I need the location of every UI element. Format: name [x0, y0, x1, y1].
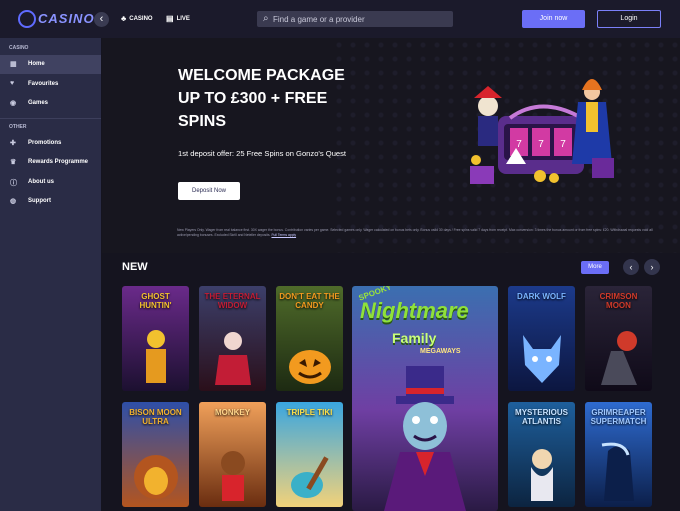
gift-icon: ✚	[10, 140, 16, 147]
game-art	[145, 330, 166, 383]
logo-mark	[18, 10, 36, 28]
game-art	[530, 449, 553, 501]
top-bar: CASINO ‹ ♣ CASINO ▤ LIVE ⌕ Join now Logi…	[0, 0, 680, 38]
sidebar-item-home[interactable]: ▦ Home	[0, 55, 101, 74]
game-art	[522, 335, 561, 383]
carousel-prev-button[interactable]: ‹	[623, 259, 639, 275]
sidebar-item-label: Promotions	[28, 140, 62, 146]
banner-illustration: 7 7 7	[470, 79, 614, 184]
gamepad-icon: ◉	[10, 100, 17, 107]
game-art	[601, 442, 634, 501]
game-tile-crimson-moon[interactable]: CRIMSON MOON	[585, 286, 652, 391]
game-tile-triple-tiki[interactable]: TRIPLE TIKI	[276, 402, 343, 507]
game-tile-dark-wolf[interactable]: DARK WOLF	[508, 286, 575, 391]
featured-tag: MEGAWAYS	[420, 348, 461, 355]
sidebar-item-label: Rewards Programme	[28, 159, 89, 165]
trophy-icon: ♛	[10, 159, 17, 166]
sidebar-section-other: OTHER	[9, 124, 27, 130]
grid-icon: ▦	[10, 61, 17, 68]
sidebar-item-games[interactable]: ◉ Games	[0, 94, 101, 113]
sidebar-item-promotions[interactable]: ✚ Promotions	[0, 134, 101, 153]
game-tile-monkey[interactable]: MONKEY	[199, 402, 266, 507]
game-art	[133, 455, 178, 499]
game-tile-title: GRIMREAPER SUPERMATCH	[590, 408, 647, 426]
sidebar: CASINO ▦ Home ♥ Favourites ◉ Games OTHER…	[0, 38, 101, 511]
featured-title: Nightmare	[360, 298, 469, 323]
login-button[interactable]: Login	[597, 10, 661, 28]
game-art	[288, 350, 331, 384]
nav-live-label: LIVE	[176, 15, 190, 22]
game-art	[290, 456, 329, 498]
sidebar-item-rewards[interactable]: ♛ Rewards Programme	[0, 153, 101, 172]
search-icon: ⌕	[263, 13, 269, 24]
svg-text:7: 7	[538, 139, 544, 150]
game-art	[220, 451, 245, 501]
carousel-next-button[interactable]: ›	[644, 259, 660, 275]
sidebar-item-label: Support	[28, 198, 51, 204]
heart-icon: ♥	[10, 80, 15, 87]
featured-subtitle: Family	[392, 330, 437, 346]
full-terms-link[interactable]: Full Terms apply	[271, 233, 296, 237]
game-tile-title: CRIMSON MOON	[599, 292, 638, 310]
join-now-button[interactable]: Join now	[522, 10, 585, 28]
game-tile-title: DARK WOLF	[517, 292, 566, 301]
nav-casino[interactable]: ♣ CASINO	[121, 14, 153, 23]
site-logo[interactable]: CASINO	[18, 8, 94, 32]
game-tile-title: DON'T EAT THE CANDY	[279, 292, 340, 310]
sidebar-item-label: Games	[28, 100, 49, 106]
banner-title-line: SPINS	[178, 113, 227, 130]
search-input[interactable]	[273, 11, 449, 27]
banner-title-line: WELCOME PACKAGE	[178, 67, 345, 84]
sidebar-item-favourites[interactable]: ♥ Favourites	[0, 75, 101, 94]
club-icon: ♣	[121, 14, 127, 23]
game-tile-bison-moon[interactable]: BISON MOON ULTRA	[122, 402, 189, 507]
deposit-now-button[interactable]: Deposit Now	[178, 182, 240, 200]
info-icon: ⓘ	[10, 180, 17, 187]
sidebar-section-casino: CASINO	[9, 45, 29, 51]
support-icon: ◍	[10, 198, 17, 205]
svg-text:7: 7	[560, 139, 566, 150]
new-games-heading: NEW	[122, 261, 148, 273]
nav-live[interactable]: ▤ LIVE	[166, 14, 190, 23]
sidebar-item-about[interactable]: ⓘ About us	[0, 173, 101, 192]
game-art	[214, 332, 251, 385]
bonus-terms: New Players Only. Wager from real balanc…	[177, 228, 675, 237]
game-tile-title: THE ETERNAL WIDOW	[204, 292, 261, 310]
search-bar: ⌕	[257, 11, 453, 27]
banner-title-line: UP TO £300 + FREE	[178, 90, 328, 107]
sidebar-divider	[0, 118, 101, 119]
game-tile-mysterious-atlantis[interactable]: MYSTERIOUS ATLANTIS	[508, 402, 575, 507]
logo-text: CASINO	[38, 11, 95, 26]
sidebar-item-support[interactable]: ◍ Support	[0, 192, 101, 211]
cards-icon: ▤	[166, 14, 174, 23]
banner-subtitle: 1st deposit offer: 25 Free Spins on Gonz…	[178, 149, 347, 158]
svg-text:7: 7	[516, 139, 522, 150]
game-tile-title: MONKEY	[214, 408, 251, 417]
game-tile-eternal-widow[interactable]: THE ETERNAL WIDOW	[199, 286, 266, 391]
game-art	[600, 331, 637, 385]
sidebar-collapse-button[interactable]: ‹	[94, 12, 109, 27]
sidebar-item-label: Favourites	[28, 81, 59, 87]
sidebar-item-label: Home	[28, 61, 45, 67]
bonus-terms-text: New Players Only. Wager from real balanc…	[177, 228, 653, 237]
more-button[interactable]: More	[581, 261, 609, 274]
game-tile-ghost-huntin[interactable]: GHOST HUNTIN'	[122, 286, 189, 391]
featured-art	[384, 366, 466, 511]
game-tile-title: BISON MOON ULTRA	[129, 408, 182, 426]
game-tile-title: TRIPLE TIKI	[286, 408, 333, 417]
featured-game-tile[interactable]: SPOOKY Nightmare Family MEGAWAYS	[352, 286, 498, 511]
game-tile-grimreaper[interactable]: GRIMREAPER SUPERMATCH	[585, 402, 652, 507]
game-tile-title: MYSTERIOUS ATLANTIS	[515, 408, 568, 426]
game-tile-title: GHOST HUNTIN'	[139, 292, 172, 310]
game-tile-dont-eat-candy[interactable]: DON'T EAT THE CANDY	[276, 286, 343, 391]
banner-title: WELCOME PACKAGE UP TO £300 + FREE SPINS	[178, 64, 398, 133]
nav-casino-label: CASINO	[129, 15, 153, 22]
sidebar-item-label: About us	[28, 179, 54, 185]
